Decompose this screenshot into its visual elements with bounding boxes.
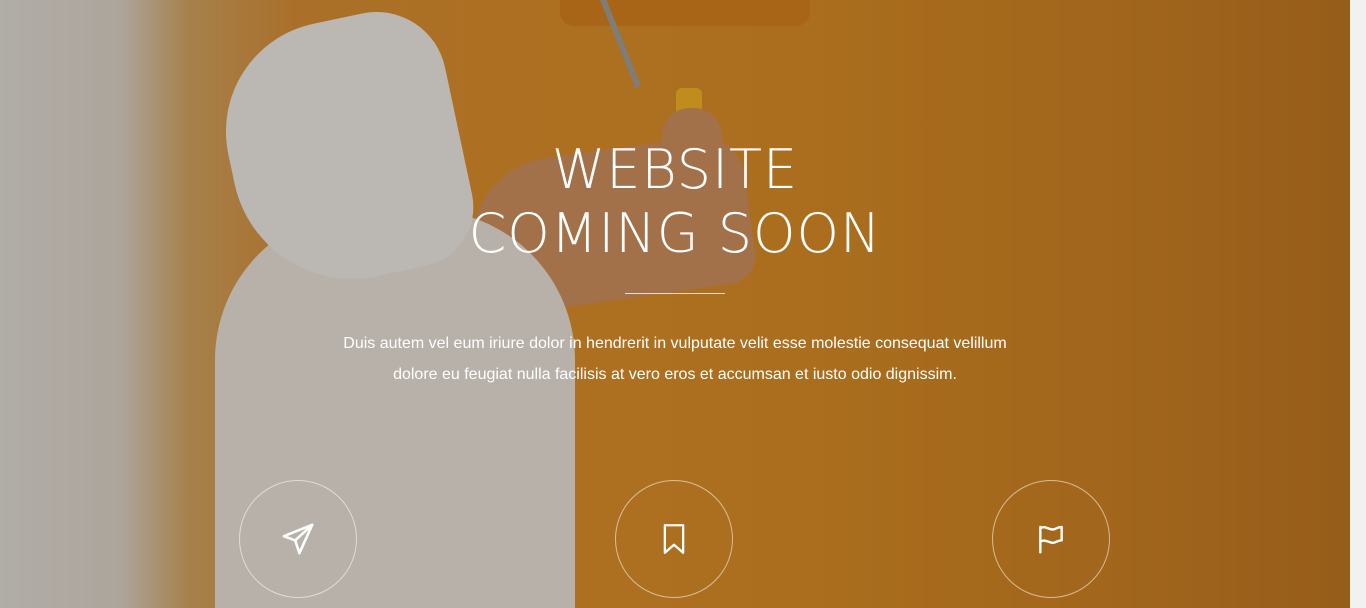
page-title-line-2: COMING SOON <box>468 202 882 265</box>
title-divider <box>625 293 725 294</box>
page-title-line-1: WEBSITE <box>551 138 799 201</box>
flag-button[interactable] <box>992 480 1110 598</box>
page-title: WEBSITE COMING SOON <box>0 138 1350 266</box>
hero-content: WEBSITE COMING SOON Duis autem vel eum i… <box>0 0 1350 608</box>
bookmark-button[interactable] <box>615 480 733 598</box>
paper-plane-button[interactable] <box>239 480 357 598</box>
page-scrollbar[interactable] <box>1350 0 1366 608</box>
flag-icon <box>1039 525 1063 554</box>
hero-description-line-2: dolore eu feugiat nulla facilisis at ver… <box>393 366 957 383</box>
paper-plane-icon <box>282 523 314 555</box>
hero-description: Duis autem vel eum iriure dolor in hendr… <box>295 328 1055 390</box>
hero-description-line-1: Duis autem vel eum iriure dolor in hendr… <box>343 335 1007 352</box>
bookmark-icon <box>663 524 685 554</box>
